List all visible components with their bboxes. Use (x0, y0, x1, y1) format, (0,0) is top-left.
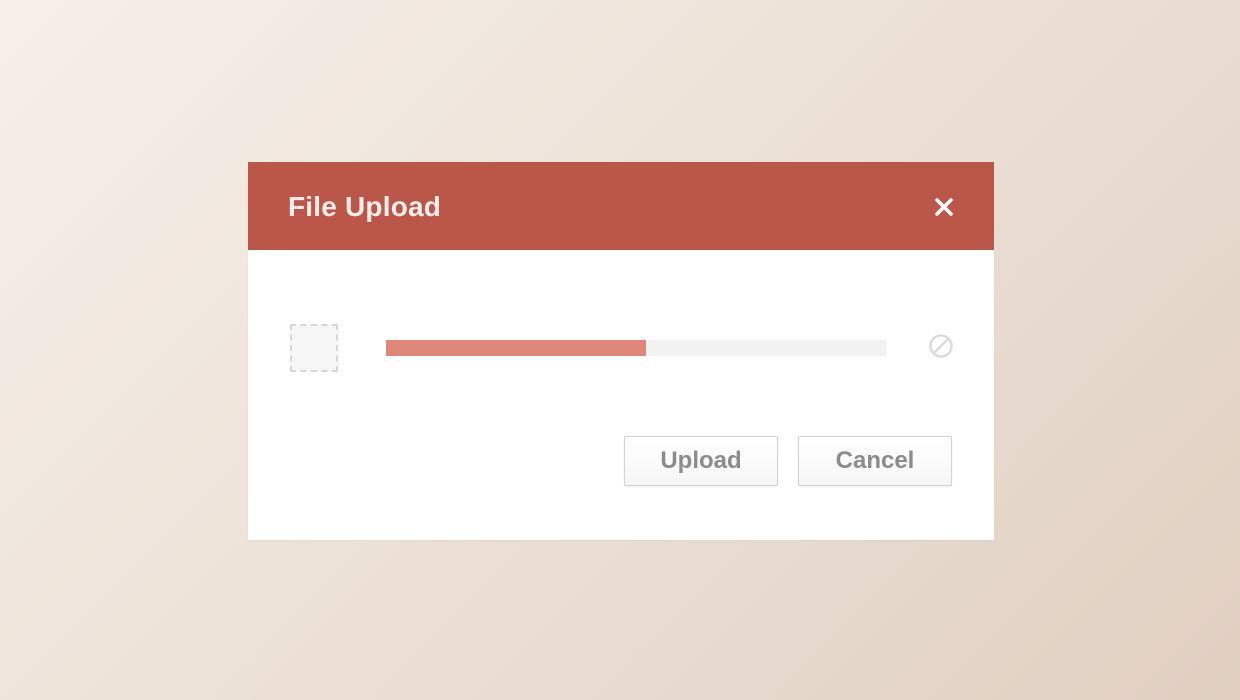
file-placeholder-icon (290, 324, 338, 372)
cancel-icon (929, 334, 953, 358)
dialog-title: File Upload (288, 191, 442, 222)
cancel-upload-button[interactable] (928, 333, 954, 359)
dialog-header: File Upload (248, 162, 994, 250)
file-upload-dialog: File Upload Upload Cancel (248, 162, 994, 540)
close-button[interactable] (929, 192, 959, 222)
upload-progress-fill (386, 340, 646, 356)
cancel-button[interactable]: Cancel (798, 436, 952, 486)
upload-button[interactable]: Upload (624, 436, 778, 486)
close-icon (935, 198, 953, 216)
upload-progress-bar (386, 340, 886, 356)
